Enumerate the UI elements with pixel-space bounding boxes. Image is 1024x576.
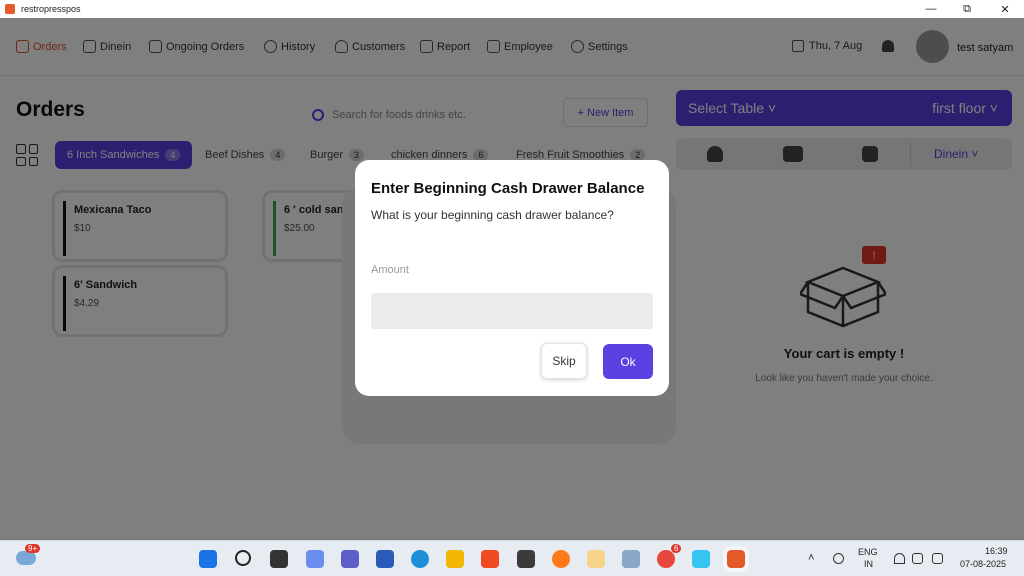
- clock-date[interactable]: 07-08-2025: [960, 559, 1006, 569]
- file-explorer-icon[interactable]: [446, 550, 464, 568]
- cash-drawer-dialog: Enter Beginning Cash Drawer Balance What…: [355, 160, 669, 396]
- onedrive-icon[interactable]: [833, 553, 844, 564]
- restropresspos-icon[interactable]: [723, 546, 749, 572]
- store-icon[interactable]: [376, 550, 394, 568]
- chevron-up-icon[interactable]: ˄: [808, 552, 814, 564]
- windows-taskbar: 9+ 6 ˄ ENG IN 16:39 07-08-2025: [0, 540, 1024, 576]
- task-view-icon[interactable]: [270, 550, 288, 568]
- dialog-title: Enter Beginning Cash Drawer Balance: [371, 180, 645, 197]
- teams-icon[interactable]: [341, 550, 359, 568]
- start-icon[interactable]: [199, 550, 217, 568]
- volume-icon[interactable]: [912, 553, 923, 564]
- wifi-icon[interactable]: [894, 553, 905, 564]
- chrome-icon[interactable]: [657, 550, 675, 568]
- sublime-icon[interactable]: [517, 550, 535, 568]
- app-icon: [5, 4, 15, 14]
- weather-badge: 9+: [25, 544, 41, 553]
- language-indicator[interactable]: ENG: [858, 547, 878, 557]
- restore-icon[interactable]: ⧉: [948, 0, 986, 18]
- battery-icon[interactable]: [932, 553, 943, 564]
- dialog-subtitle: What is your beginning cash drawer balan…: [371, 208, 614, 222]
- amount-input[interactable]: [371, 293, 653, 329]
- window-title-bar: restropresspos — ⧉ ✕: [0, 0, 1024, 18]
- ok-button[interactable]: Ok: [603, 344, 653, 379]
- skip-button[interactable]: Skip: [541, 343, 587, 379]
- close-icon[interactable]: ✕: [986, 0, 1024, 18]
- firefox-icon[interactable]: [552, 550, 570, 568]
- edge-icon[interactable]: [411, 550, 429, 568]
- brave-icon[interactable]: [481, 550, 499, 568]
- amount-label: Amount: [371, 264, 409, 276]
- copilot-icon[interactable]: [306, 550, 324, 568]
- search-icon[interactable]: [235, 550, 251, 566]
- chrome-badge: 6: [671, 544, 682, 553]
- photos-icon[interactable]: [622, 550, 640, 568]
- window-title: restropresspos: [21, 4, 81, 14]
- minimize-icon[interactable]: —: [912, 0, 950, 18]
- slack-icon[interactable]: [692, 550, 710, 568]
- weather-icon[interactable]: [16, 551, 36, 565]
- region-indicator[interactable]: IN: [864, 559, 873, 569]
- notepad-icon[interactable]: [587, 550, 605, 568]
- clock-time[interactable]: 16:39: [985, 546, 1008, 556]
